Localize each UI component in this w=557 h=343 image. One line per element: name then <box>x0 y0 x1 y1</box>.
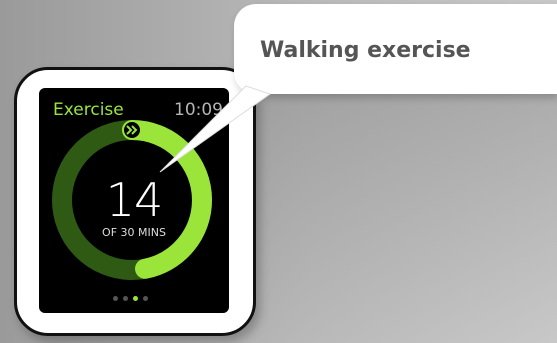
page-dot[interactable] <box>143 296 148 301</box>
page-dot[interactable] <box>133 296 138 301</box>
watch-frame: Exercise 10:09 14 OF 30 MINS <box>14 67 256 336</box>
page-dot[interactable] <box>123 296 128 301</box>
page-dot[interactable] <box>113 296 118 301</box>
callout-shadow <box>246 90 557 343</box>
callout-box: Walking exercise <box>234 4 557 94</box>
page-indicator[interactable] <box>113 296 148 301</box>
watch-screen: Exercise 10:09 14 OF 30 MINS <box>39 88 229 313</box>
exercise-goal-label: OF 30 MINS <box>102 226 166 239</box>
double-arrow-icon <box>124 122 140 138</box>
callout-label: Walking exercise <box>260 38 471 63</box>
exercise-minutes-value: 14 <box>105 173 164 227</box>
